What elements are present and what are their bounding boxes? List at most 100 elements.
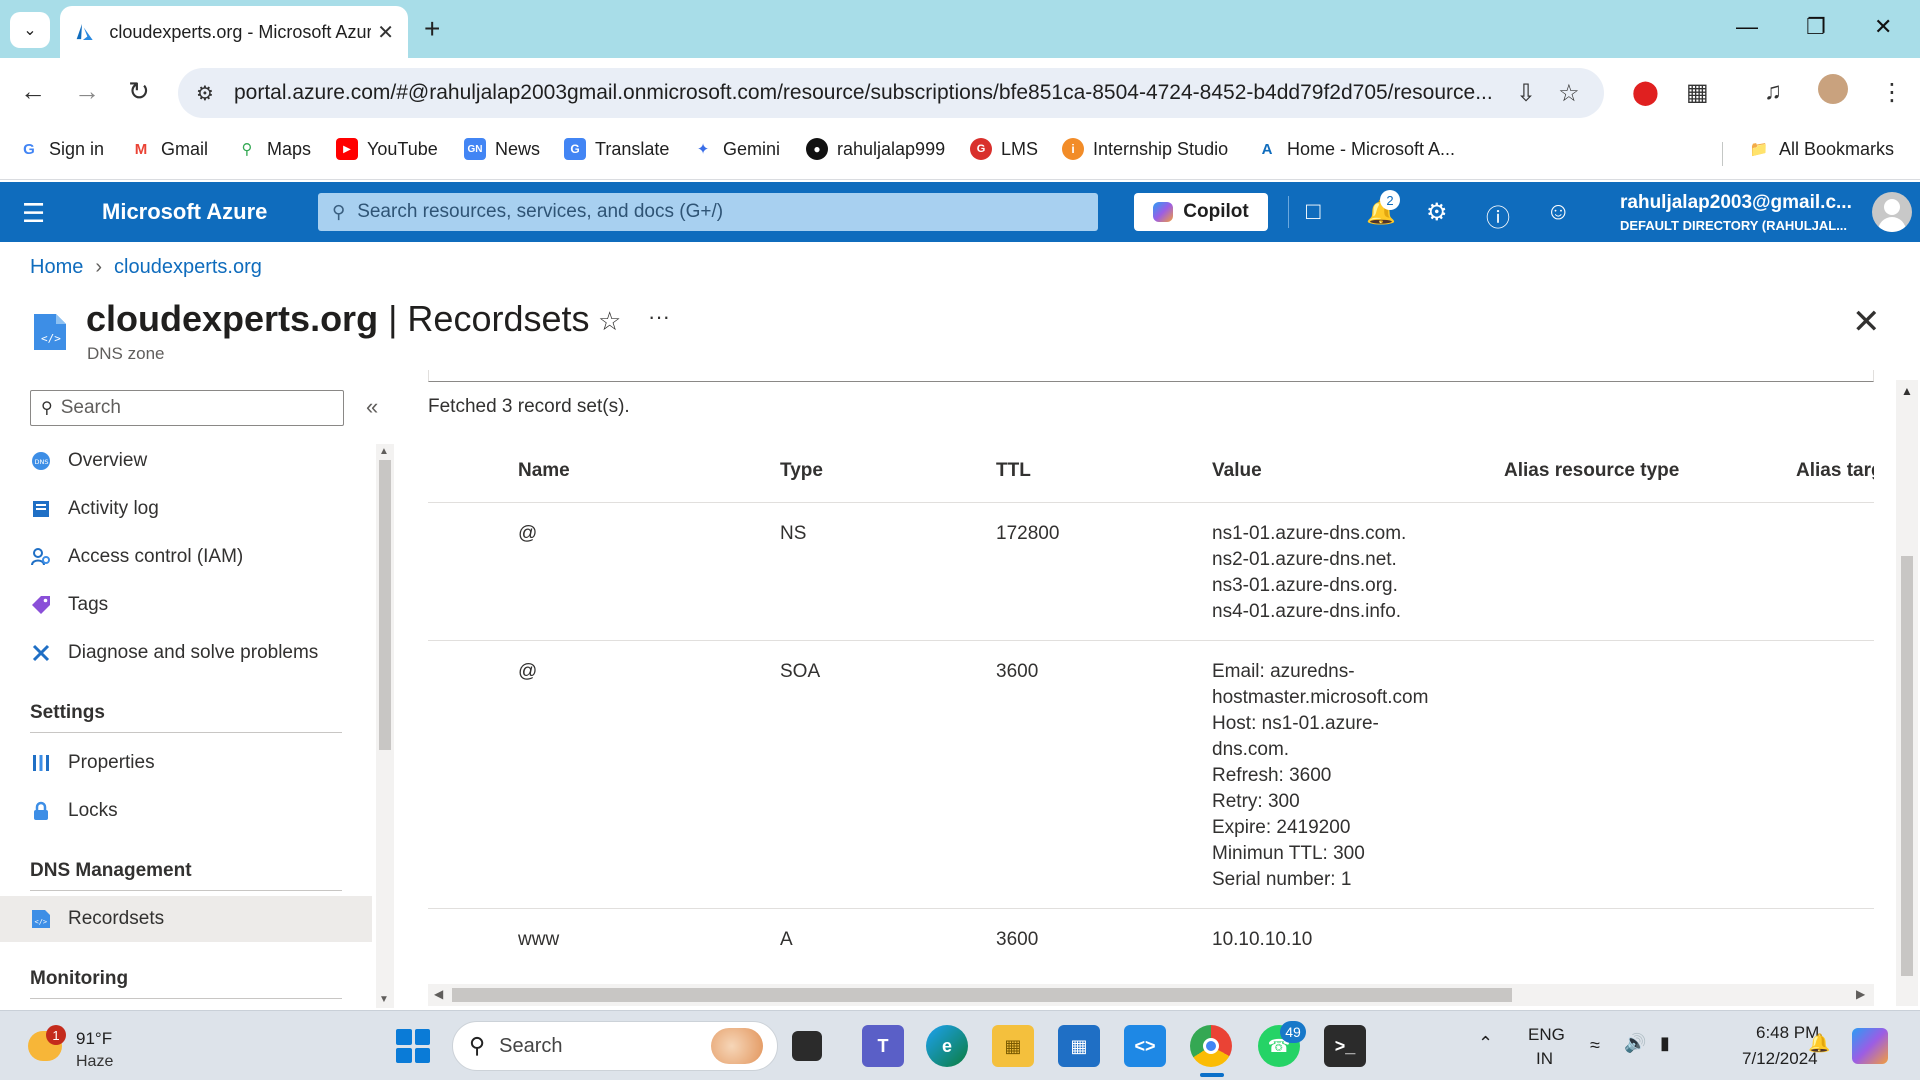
scroll-left-icon[interactable]: ◀ <box>434 987 443 1001</box>
bookmark-github[interactable]: ● rahuljalap999 <box>806 138 945 160</box>
extensions-puzzle-icon[interactable]: ▦ <box>1686 78 1709 107</box>
minimize-icon[interactable]: — <box>1736 14 1758 40</box>
column-header-ttl[interactable]: TTL <box>996 460 1031 482</box>
copilot-button[interactable]: Copilot <box>1134 193 1268 231</box>
bookmark-star-icon[interactable]: ☆ <box>1558 79 1580 108</box>
reload-icon[interactable]: ↻ <box>128 76 150 107</box>
nav-item-overview[interactable]: DNS Overview <box>0 438 372 484</box>
cloud-shell-icon[interactable]: □ <box>1306 198 1321 226</box>
menu-scrollbar[interactable]: ▲ ▼ <box>376 444 394 1008</box>
chrome-menu-icon[interactable]: ⋮ <box>1880 78 1904 107</box>
column-header-alias-resource-type[interactable]: Alias resource type <box>1504 460 1679 482</box>
file-explorer-icon[interactable]: ▦ <box>992 1025 1034 1067</box>
azure-search-box[interactable]: ⚲ <box>318 193 1098 231</box>
cell-name[interactable]: @ <box>518 521 537 547</box>
teams-icon[interactable]: T <box>862 1025 904 1067</box>
bookmark-internship-studio[interactable]: i Internship Studio <box>1062 138 1228 160</box>
bookmark-translate[interactable]: G Translate <box>564 138 669 160</box>
new-tab-button[interactable]: + <box>424 14 440 44</box>
more-options-icon[interactable]: ··· <box>648 304 670 330</box>
scroll-up-icon[interactable]: ▲ <box>1901 384 1913 398</box>
hamburger-menu-icon[interactable]: ☰ <box>22 198 45 229</box>
notification-bell-icon[interactable]: 🔔 <box>1808 1033 1830 1054</box>
favorite-star-icon[interactable]: ☆ <box>598 306 621 337</box>
all-bookmarks[interactable]: 📁 All Bookmarks <box>1748 138 1894 160</box>
clock-date[interactable]: 7/12/2024 <box>1742 1049 1818 1069</box>
nav-item-iam[interactable]: Access control (IAM) <box>0 534 372 580</box>
cell-name[interactable]: www <box>518 927 559 953</box>
url-text[interactable]: portal.azure.com/#@rahuljalap2003gmail.o… <box>234 81 1504 105</box>
page-vertical-scrollbar[interactable]: ▲ <box>1896 380 1918 1006</box>
menu-scrollbar-thumb[interactable] <box>379 460 391 750</box>
scroll-up-icon[interactable]: ▲ <box>379 446 389 457</box>
azure-brand[interactable]: Microsoft Azure <box>102 199 267 225</box>
nav-item-properties[interactable]: Properties <box>0 740 372 786</box>
forward-icon[interactable]: → <box>74 76 100 107</box>
address-bar[interactable]: ⚙ portal.azure.com/#@rahuljalap2003gmail… <box>178 68 1604 118</box>
wifi-icon[interactable]: ≈ <box>1590 1035 1600 1056</box>
bookmark-gmail[interactable]: M Gmail <box>130 138 208 160</box>
start-button[interactable] <box>396 1029 430 1063</box>
bookmark-maps[interactable]: ⚲ Maps <box>236 138 312 160</box>
battery-icon[interactable]: ▮ <box>1660 1033 1670 1054</box>
volume-icon[interactable]: 🔊 <box>1624 1033 1646 1054</box>
scroll-down-icon[interactable]: ▼ <box>379 994 389 1005</box>
media-control-icon[interactable]: ♫ <box>1764 78 1782 106</box>
bookmark-youtube[interactable]: ▶ YouTube <box>336 138 438 160</box>
bookmark-news[interactable]: GN News <box>464 138 540 160</box>
azure-search-input[interactable] <box>357 201 1058 223</box>
nav-item-tags[interactable]: Tags <box>0 582 372 628</box>
column-header-type[interactable]: Type <box>780 460 823 482</box>
tab-close-icon[interactable]: ✕ <box>377 20 394 45</box>
grid-horizontal-scrollbar[interactable]: ◀ ▶ <box>428 984 1874 1006</box>
show-hidden-icons-chevron-icon[interactable]: ⌃ <box>1478 1033 1493 1054</box>
table-row[interactable]: @ SOA 3600 Email: azuredns- hostmaster.m… <box>428 640 1874 908</box>
page-scrollbar-thumb[interactable] <box>1901 556 1913 976</box>
grid-scrollbar-thumb[interactable] <box>452 988 1512 1002</box>
menu-search-input[interactable] <box>60 397 321 419</box>
nav-item-activity-log[interactable]: Activity log <box>0 486 372 532</box>
tab-search-button[interactable]: ⌄ <box>10 12 50 48</box>
help-icon[interactable]: ⓘ <box>1486 198 1510 233</box>
menu-search-box[interactable]: ⚲ <box>30 390 344 426</box>
input-language[interactable]: ENG <box>1528 1025 1565 1045</box>
account-directory[interactable]: DEFAULT DIRECTORY (RAHULJAL... <box>1620 218 1847 233</box>
profile-avatar[interactable] <box>1818 74 1848 104</box>
input-region[interactable]: IN <box>1536 1049 1553 1069</box>
weather-widget[interactable]: 1 91°F Haze <box>28 1021 158 1071</box>
opera-extension-icon[interactable]: ⬤ <box>1632 78 1659 107</box>
breadcrumb-resource[interactable]: cloudexperts.org <box>114 256 262 278</box>
copilot-taskbar-icon[interactable] <box>1852 1028 1888 1064</box>
cell-name[interactable]: @ <box>518 659 537 685</box>
chrome-icon[interactable] <box>1190 1025 1232 1067</box>
account-name[interactable]: rahuljalap2003@gmail.c... <box>1620 192 1852 214</box>
restore-icon[interactable]: ❐ <box>1806 14 1826 40</box>
bookmark-azure-home[interactable]: A Home - Microsoft A... <box>1256 138 1455 160</box>
nav-item-recordsets[interactable]: </> Recordsets <box>0 896 372 942</box>
bookmark-gemini[interactable]: ✦ Gemini <box>692 138 780 160</box>
close-blade-icon[interactable]: ✕ <box>1852 302 1881 342</box>
account-avatar[interactable] <box>1872 192 1912 232</box>
feedback-icon[interactable]: ☺ <box>1546 198 1571 226</box>
vscode-icon[interactable]: <> <box>1124 1025 1166 1067</box>
microsoft-store-icon[interactable]: ▦ <box>1058 1025 1100 1067</box>
browser-tab-active[interactable]: cloudexperts.org - Microsoft Azure ✕ <box>60 6 408 58</box>
column-header-value[interactable]: Value <box>1212 460 1262 482</box>
column-header-alias-target[interactable]: Alias targ <box>1796 460 1874 482</box>
window-close-icon[interactable]: ✕ <box>1874 14 1892 40</box>
install-app-icon[interactable]: ⇩ <box>1516 79 1536 108</box>
task-view-icon[interactable] <box>792 1031 822 1061</box>
scroll-right-icon[interactable]: ▶ <box>1856 987 1865 1001</box>
taskbar-search[interactable]: ⚲ Search <box>452 1021 778 1071</box>
collapse-menu-icon[interactable]: « <box>366 394 378 420</box>
back-icon[interactable]: ← <box>20 76 46 107</box>
nav-item-locks[interactable]: Locks <box>0 788 372 834</box>
table-row[interactable]: www A 3600 10.10.10.10 <box>428 908 1874 978</box>
bookmark-sign-in[interactable]: G Sign in <box>18 138 104 160</box>
site-info-icon[interactable]: ⚙ <box>196 81 222 106</box>
bookmark-lms[interactable]: G LMS <box>970 138 1038 160</box>
edge-icon[interactable]: e <box>926 1025 968 1067</box>
table-row[interactable]: @ NS 172800 ns1-01.azure-dns.com. ns2-01… <box>428 502 1874 640</box>
settings-gear-icon[interactable]: ⚙ <box>1426 198 1448 227</box>
breadcrumb-home[interactable]: Home <box>30 256 83 278</box>
